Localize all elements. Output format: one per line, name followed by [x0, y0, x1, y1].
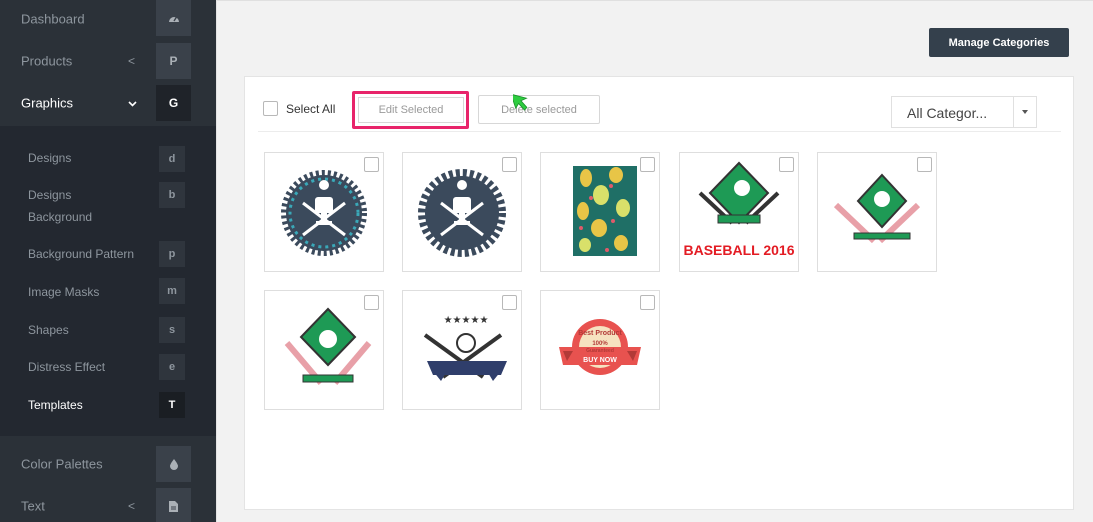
sidebar-item-label: Text [21, 498, 45, 514]
sidebar-item-text[interactable]: Text < [0, 485, 216, 522]
template-thumbnail[interactable] [817, 152, 937, 272]
sidebar-subitem-label: Shapes [28, 323, 69, 337]
sidebar-subitem-label-line1: Designs [28, 188, 72, 202]
template-thumbnail[interactable] [540, 152, 660, 272]
sidebar-item-dashboard[interactable]: Dashboard [0, 0, 216, 38]
category-select-value: All Categor... [907, 105, 988, 121]
top-divider [217, 0, 1093, 1]
svg-text:★★★★★: ★★★★★ [444, 315, 489, 326]
delete-selected-button[interactable]: Delete selected [478, 95, 600, 124]
select-all-checkbox[interactable] [263, 101, 278, 116]
dashboard-icon [156, 0, 191, 36]
sidebar-subitem-label: Image Masks [28, 285, 100, 299]
select-divider [1013, 97, 1014, 127]
sidebar-badge: d [159, 146, 185, 172]
edit-selected-highlight: Edit Selected [352, 91, 469, 129]
sidebar-item-color-palettes[interactable]: Color Palettes [0, 443, 216, 485]
sidebar-subitem-label: Designs [28, 151, 72, 165]
template-thumbnail[interactable]: BASEBALL 2016 [679, 152, 799, 272]
seal-text-guaranteed: Guaranteed [586, 348, 614, 354]
chevron-left-icon: < [128, 499, 136, 513]
template-thumbnail[interactable] [402, 152, 522, 272]
thumbnail-checkbox[interactable] [640, 157, 655, 172]
sidebar-subitem-label: Distress Effect [28, 360, 106, 374]
sidebar-subitem-label-line2: Background [28, 210, 93, 224]
manage-categories-button[interactable]: Manage Categories [929, 28, 1069, 57]
seal-text-buy: BUY NOW [583, 357, 617, 364]
sidebar-badge: P [156, 43, 191, 79]
thumbnail-checkbox[interactable] [502, 157, 517, 172]
sidebar-badge: p [159, 241, 185, 267]
graphics-panel: Select All Edit Selected Delete selected… [244, 76, 1074, 510]
droplet-icon [156, 446, 191, 482]
sidebar-badge: T [159, 392, 185, 418]
thumbnail-checkbox[interactable] [779, 157, 794, 172]
sidebar-item-label: Products [21, 53, 73, 69]
file-icon [156, 488, 191, 522]
sidebar-item-graphics[interactable]: Graphics G [0, 82, 216, 124]
template-thumbnail[interactable]: ★★★★★ [402, 290, 522, 410]
select-all-label: Select All [286, 101, 336, 116]
sidebar-badge: b [159, 182, 185, 208]
template-thumbnail[interactable] [264, 290, 384, 410]
thumbnail-text: BASEBALL 2016 [683, 242, 794, 258]
main-content: Manage Categories Select All Edit Select… [216, 0, 1093, 522]
thumbnail-checkbox[interactable] [364, 295, 379, 310]
cursor-arrow-icon [513, 93, 528, 111]
sidebar-item-label: Color Palettes [21, 456, 103, 472]
sidebar: Dashboard Products < P Graphics G Design… [0, 0, 216, 522]
sidebar-subitem-label: Templates [28, 398, 83, 412]
sidebar-badge: e [159, 354, 185, 380]
toolbar-divider [258, 131, 1061, 132]
sidebar-subitem-label: Background Pattern [28, 247, 135, 261]
thumbnail-checkbox[interactable] [364, 157, 379, 172]
graphics-submenu: Designs d Designs Background b Backgroun… [0, 126, 216, 436]
thumbnail-checkbox[interactable] [917, 157, 932, 172]
sidebar-item-label: Dashboard [21, 11, 85, 27]
seal-text-percent: 100% [592, 341, 608, 347]
select-all[interactable]: Select All [263, 101, 335, 116]
seal-text-top: Best Product [578, 330, 622, 337]
caret-down-icon[interactable] [1022, 110, 1028, 114]
category-select[interactable]: All Categor... [891, 96, 1037, 128]
thumbnail-checkbox[interactable] [640, 295, 655, 310]
sidebar-item-products[interactable]: Products < P [0, 40, 216, 82]
edit-selected-button[interactable]: Edit Selected [358, 97, 464, 123]
template-thumbnail[interactable] [264, 152, 384, 272]
template-thumbnail[interactable]: Best Product 100% Guaranteed BUY NOW [540, 290, 660, 410]
chevron-down-icon [128, 96, 137, 110]
sidebar-item-label: Graphics [21, 95, 74, 111]
sidebar-badge: s [159, 317, 185, 343]
chevron-left-icon: < [128, 54, 136, 68]
thumbnail-checkbox[interactable] [502, 295, 517, 310]
sidebar-badge: m [159, 278, 185, 304]
sidebar-badge: G [156, 85, 191, 121]
